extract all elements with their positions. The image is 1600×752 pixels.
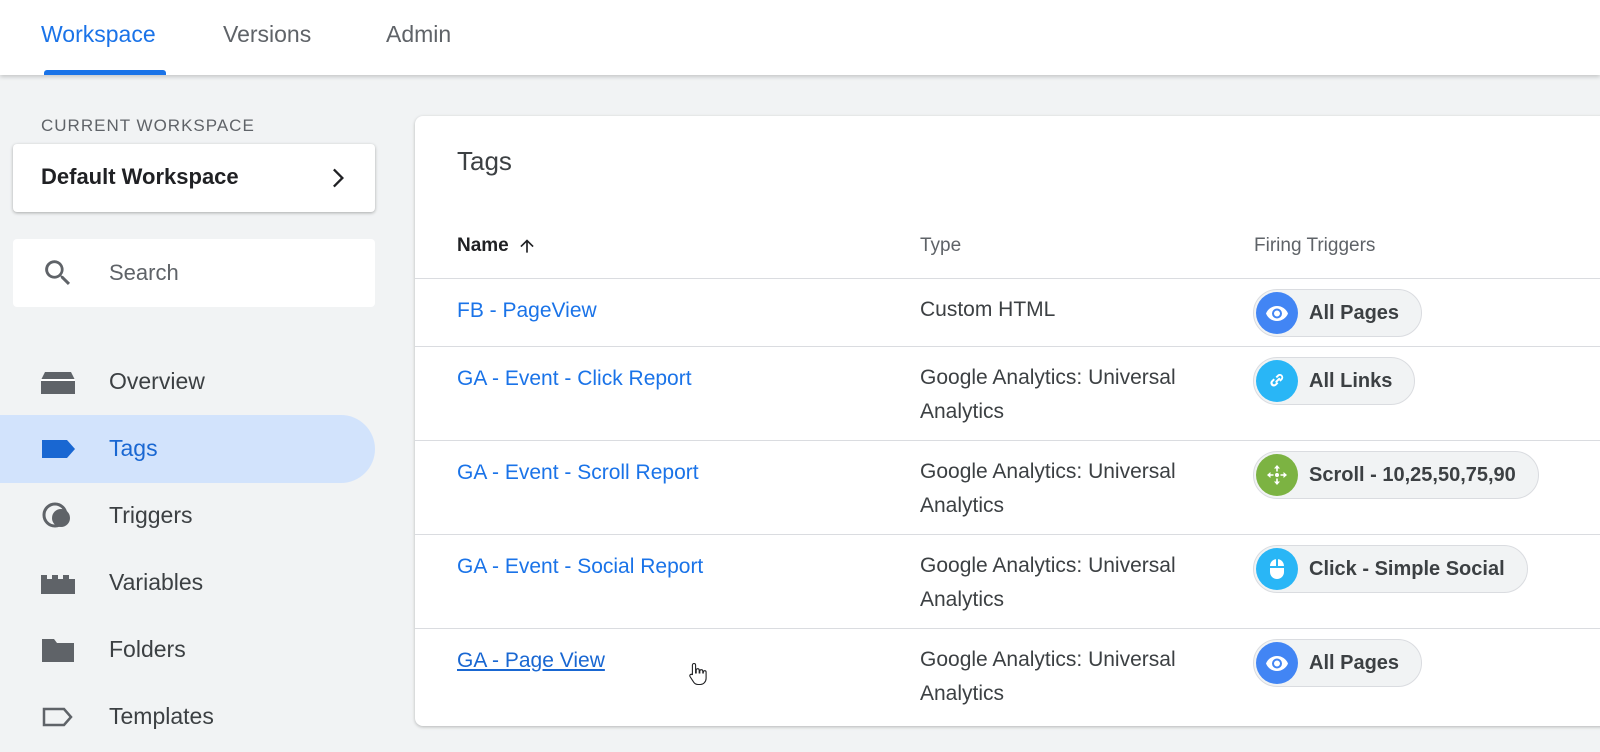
tag-type: Google Analytics: Universal Analytics [920, 554, 1176, 611]
eye-icon [1256, 642, 1298, 684]
sidebar-item-label: Variables [109, 569, 204, 595]
mouse-icon [1256, 548, 1298, 590]
tag-type: Google Analytics: Universal Analytics [920, 460, 1176, 517]
top-nav-bar: Workspace Versions Admin [0, 0, 1600, 75]
tab-workspace[interactable]: Workspace [41, 20, 156, 48]
variables-icon [41, 575, 75, 594]
search-input[interactable] [109, 255, 359, 291]
column-header-name[interactable]: Name [457, 235, 537, 257]
trigger-chip-label: All Pages [1309, 301, 1400, 324]
eye-icon [1256, 292, 1298, 334]
table-row[interactable]: GA - Event - Click Report Google Analyti… [415, 346, 1600, 440]
trigger-chip[interactable]: All Pages [1253, 639, 1423, 687]
current-workspace-caption: CURRENT WORKSPACE [41, 116, 255, 135]
hand-cursor-icon [689, 662, 707, 686]
column-header-label: Name [457, 235, 509, 256]
sort-ascending-icon [520, 239, 534, 253]
trigger-chip-label: Click - Simple Social [1309, 557, 1505, 580]
workspace-selector[interactable]: Default Workspace [13, 144, 375, 212]
sidebar-item-label: Overview [109, 368, 205, 394]
workspace-name: Default Workspace [41, 164, 239, 189]
column-header-type[interactable]: Type [920, 235, 961, 257]
folder-icon [42, 639, 74, 662]
tab-admin[interactable]: Admin [386, 20, 451, 48]
tag-name-link[interactable]: GA - Page View [457, 649, 605, 673]
page-title: Tags [457, 146, 512, 176]
tag-type: Custom HTML [920, 298, 1056, 321]
trigger-chip-label: Scroll - 10,25,50,75,90 [1309, 463, 1516, 486]
search-icon [45, 260, 71, 286]
tag-name-link[interactable]: GA - Event - Social Report [457, 555, 703, 579]
column-header-firing-triggers[interactable]: Firing Triggers [1254, 235, 1375, 257]
trigger-chip[interactable]: Click - Simple Social [1253, 545, 1528, 593]
tag-name-link[interactable]: GA - Event - Scroll Report [457, 461, 699, 485]
table-row[interactable]: GA - Event - Scroll Report Google Analyt… [415, 440, 1600, 534]
tag-icon [42, 440, 75, 458]
trigger-icon [42, 502, 70, 528]
table-row[interactable]: FB - PageView Custom HTML All Pages [415, 278, 1600, 346]
table-row[interactable]: GA - Page View Google Analytics: Univers… [415, 628, 1600, 726]
trigger-chip-label: All Links [1309, 369, 1393, 392]
sidebar-item-overview[interactable]: Overview [0, 348, 375, 416]
search-box[interactable] [13, 239, 375, 307]
template-icon [42, 707, 73, 727]
trigger-chip[interactable]: Scroll - 10,25,50,75,90 [1253, 451, 1539, 499]
scroll-icon [1256, 454, 1298, 496]
active-tab-indicator [44, 70, 166, 75]
trigger-chip[interactable]: All Links [1253, 357, 1416, 405]
sidebar-item-templates[interactable]: Templates [0, 683, 375, 751]
table-row[interactable]: GA - Event - Social Report Google Analyt… [415, 534, 1600, 628]
trigger-chip[interactable]: All Pages [1253, 289, 1423, 337]
sidebar-item-label: Folders [109, 636, 186, 662]
tag-type: Google Analytics: Universal Analytics [920, 648, 1176, 705]
chevron-right-icon [333, 168, 344, 188]
sidebar-item-tags[interactable]: Tags [0, 415, 375, 483]
tags-card: Tags Name Type Firing Triggers FB - Page… [415, 116, 1600, 726]
tag-type: Google Analytics: Universal Analytics [920, 366, 1176, 423]
overview-icon [41, 372, 75, 394]
tag-name-link[interactable]: GA - Event - Click Report [457, 367, 692, 391]
link-icon [1256, 360, 1298, 402]
sidebar-item-label: Triggers [109, 502, 193, 528]
sidebar-item-label: Templates [109, 703, 214, 729]
sidebar-item-triggers[interactable]: Triggers [0, 482, 375, 550]
sidebar-item-variables[interactable]: Variables [0, 549, 375, 617]
tab-versions[interactable]: Versions [223, 20, 311, 48]
sidebar-item-label: Tags [109, 435, 158, 461]
tag-name-link[interactable]: FB - PageView [457, 299, 597, 323]
trigger-chip-label: All Pages [1309, 651, 1400, 674]
sidebar-item-folders[interactable]: Folders [0, 616, 375, 684]
